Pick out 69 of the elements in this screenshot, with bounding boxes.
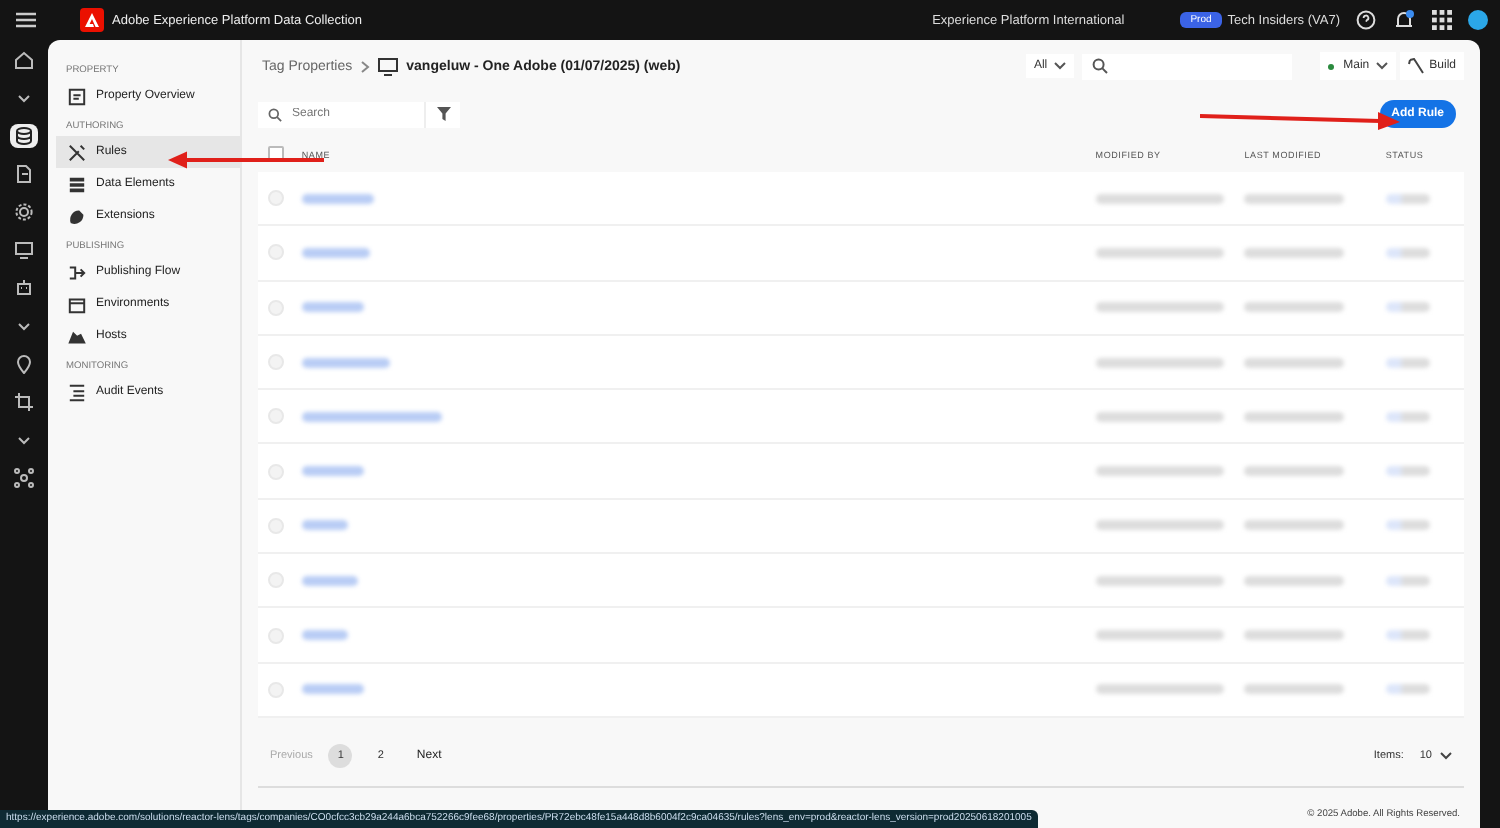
calendar-icon	[68, 295, 86, 313]
stack-icon	[68, 175, 86, 193]
blurred-text	[1095, 357, 1224, 368]
blurred-text	[1095, 466, 1224, 477]
blurred-name[interactable]	[301, 684, 365, 695]
search-icon	[1091, 58, 1108, 74]
flow-icon	[68, 263, 86, 281]
blurred-text	[1095, 630, 1224, 641]
blurred-text	[1244, 575, 1345, 586]
blurred-status	[1385, 302, 1430, 313]
blurred-status	[1385, 411, 1430, 422]
blurred-name[interactable]	[301, 520, 349, 531]
help-icon[interactable]	[1356, 10, 1376, 30]
overview-icon	[68, 87, 86, 105]
blurred-status	[1385, 193, 1430, 204]
list-icon	[68, 383, 86, 401]
blurred-text	[1244, 247, 1345, 258]
blurred-text	[1095, 247, 1224, 258]
blurred-text	[1244, 466, 1345, 477]
blurred-text	[1095, 193, 1224, 204]
chevron-right-icon	[360, 59, 371, 73]
blurred-name[interactable]	[301, 575, 359, 586]
global-search-field[interactable]	[1081, 53, 1292, 79]
blurred-status	[1385, 630, 1430, 641]
gear-icon[interactable]	[10, 200, 38, 224]
blurred-text	[1244, 193, 1345, 204]
filter-icon[interactable]	[436, 106, 452, 122]
logo-icon	[80, 8, 104, 32]
menu-icon[interactable]	[16, 12, 36, 28]
tools-icon	[68, 143, 86, 161]
blurred-status	[1385, 684, 1430, 695]
blurred-text	[1244, 520, 1345, 531]
blurred-name[interactable]	[301, 302, 365, 313]
blurred-name[interactable]	[301, 193, 375, 204]
hammer-icon	[1407, 58, 1424, 74]
blurred-name[interactable]	[301, 630, 349, 641]
blurred-name[interactable]	[301, 247, 370, 258]
blurred-status	[1385, 247, 1430, 258]
nodes-icon[interactable]	[10, 466, 38, 490]
crop-icon[interactable]	[10, 390, 38, 414]
blurred-text	[1095, 520, 1224, 531]
blurred-text	[1095, 411, 1224, 422]
blurred-text	[1244, 357, 1345, 368]
blurred-status	[1385, 575, 1430, 586]
blurred-text	[1244, 411, 1345, 422]
blurred-name[interactable]	[301, 411, 443, 422]
chevron-down-icon	[1375, 62, 1388, 70]
blurred-text	[1095, 302, 1224, 313]
blurred-text	[1095, 575, 1224, 586]
blurred-text	[1095, 684, 1224, 695]
blurred-status	[1385, 357, 1430, 368]
blurred-text	[1244, 684, 1345, 695]
screen-icon[interactable]	[10, 238, 38, 262]
blurred-status	[1385, 466, 1430, 477]
status-dot	[1327, 63, 1334, 69]
home-icon[interactable]	[10, 48, 38, 72]
search-icon	[268, 107, 282, 121]
blurred-text	[1244, 630, 1345, 641]
bell-icon[interactable]	[1392, 8, 1416, 32]
apps-icon[interactable]	[1432, 10, 1452, 30]
database-icon[interactable]	[10, 124, 38, 148]
chevron-down-icon	[1440, 751, 1452, 760]
avatar[interactable]	[1468, 10, 1488, 30]
blurred-name[interactable]	[301, 357, 391, 368]
blurred-name[interactable]	[301, 466, 365, 477]
blurred-text	[1244, 302, 1345, 313]
monitor-icon	[378, 57, 399, 75]
blurred-status	[1385, 520, 1430, 531]
chevron-down-icon	[1053, 62, 1066, 70]
